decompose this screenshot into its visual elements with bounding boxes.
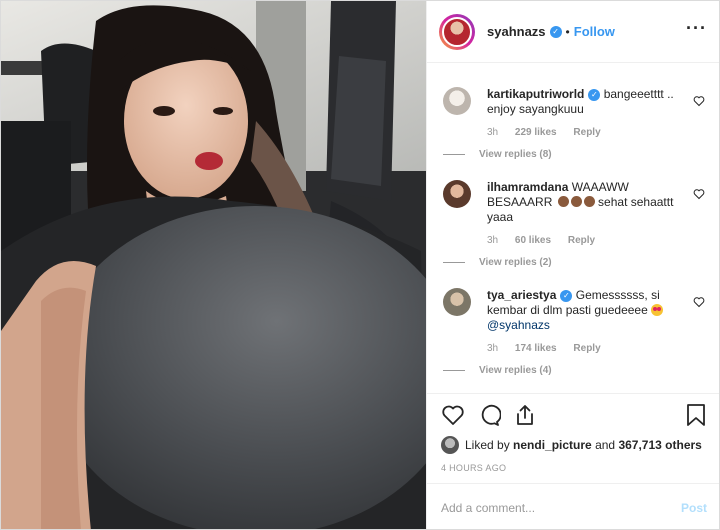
post-photo-image (1, 1, 426, 529)
verified-icon: ✓ (560, 290, 573, 302)
view-replies-button[interactable]: View replies (4) (443, 365, 681, 376)
comment-meta: 3h 174 likes Reply (487, 343, 681, 354)
reply-button[interactable]: Reply (568, 235, 595, 246)
post-header: syahnazs ✓ • Follow ··· (427, 1, 719, 63)
liked-by-and: and (595, 438, 616, 452)
bookmark-icon[interactable] (685, 403, 707, 427)
liked-by-user[interactable]: nendi_picture (513, 438, 592, 452)
author-username[interactable]: syahnazs (487, 24, 546, 39)
comment-avatar[interactable] (443, 87, 471, 115)
comment-mention[interactable]: @syahnazs (487, 318, 550, 332)
comment-username[interactable]: kartikaputriworld (487, 87, 584, 101)
comment-text: kartikaputriworld ✓ bangeeetttt .. enjoy … (487, 87, 681, 117)
liked-by-row: Liked by nendi_picture and 367,713 other… (441, 436, 707, 454)
heart-icon[interactable] (441, 403, 465, 427)
comment-like-icon[interactable] (693, 95, 705, 107)
comment-text: tya_ariestya ✓ Gemessssss, si kembar di d… (487, 288, 681, 333)
view-replies-label: View replies (8) (479, 149, 552, 160)
heart-eyes-icon (651, 304, 664, 316)
author-avatar[interactable] (439, 13, 475, 50)
comment-item: tya_ariestya ✓ Gemessssss, si kembar di d… (443, 288, 705, 376)
view-replies-divider (443, 262, 465, 263)
follow-button[interactable]: Follow (574, 24, 615, 39)
comments-list[interactable]: kartikaputriworld ✓ bangeeetttt .. enjoy … (427, 63, 719, 393)
comment-avatar[interactable] (443, 180, 471, 208)
separator-dot: • (565, 24, 570, 39)
comment-like-icon[interactable] (693, 296, 705, 308)
comment-username[interactable]: ilhamramdana (487, 180, 568, 194)
share-icon[interactable] (513, 403, 537, 427)
comment-input[interactable] (441, 500, 681, 515)
reply-button[interactable]: Reply (573, 343, 600, 354)
comment-time: 3h (487, 343, 499, 354)
comment-likes[interactable]: 174 likes (515, 343, 557, 354)
comment-composer: Post (427, 483, 719, 529)
clapping-hands-icon (570, 196, 582, 207)
liked-by-prefix: Liked by (465, 438, 510, 452)
view-replies-label: View replies (2) (479, 257, 552, 268)
comment-username[interactable]: tya_ariestya (487, 288, 556, 302)
likes-count[interactable]: 367,713 others (618, 438, 701, 452)
comment-item: ilhamramdana WAAAWW BESAAARR sehat sehaa… (443, 180, 705, 268)
comment-time: 3h (487, 127, 499, 138)
comment-item: kartikaputriworld ✓ bangeeetttt .. enjoy … (443, 87, 705, 160)
view-replies-divider (443, 370, 465, 371)
clapping-hands-icon (557, 196, 569, 207)
comment-likes[interactable]: 229 likes (515, 127, 557, 138)
post-actions: Liked by nendi_picture and 367,713 other… (427, 393, 719, 473)
clapping-hands-icon (583, 196, 595, 207)
comment-meta: 3h 60 likes Reply (487, 235, 681, 246)
post-timestamp[interactable]: 4 HOURS AGO (441, 463, 707, 473)
reply-button[interactable]: Reply (573, 127, 600, 138)
post-photo[interactable] (1, 1, 426, 529)
verified-icon: ✓ (588, 89, 601, 101)
comment-icon[interactable] (477, 403, 501, 427)
comment-time: 3h (487, 235, 499, 246)
comment-likes[interactable]: 60 likes (515, 235, 551, 246)
instagram-post-modal: syahnazs ✓ • Follow ··· kartikaputriworl… (0, 0, 720, 530)
verified-icon: ✓ (549, 25, 562, 38)
comment-text: ilhamramdana WAAAWW BESAAARR sehat sehaa… (487, 180, 681, 225)
view-replies-divider (443, 154, 465, 155)
comment-avatar[interactable] (443, 288, 471, 316)
post-sidebar: syahnazs ✓ • Follow ··· kartikaputriworl… (426, 1, 719, 529)
comment-like-icon[interactable] (693, 188, 705, 200)
view-replies-button[interactable]: View replies (8) (443, 149, 681, 160)
more-options-icon[interactable]: ··· (686, 19, 707, 37)
action-icons (441, 394, 707, 436)
view-replies-button[interactable]: View replies (2) (443, 257, 681, 268)
post-comment-button[interactable]: Post (681, 501, 707, 515)
view-replies-label: View replies (4) (479, 365, 552, 376)
comment-meta: 3h 229 likes Reply (487, 127, 681, 138)
liked-by-avatar[interactable] (441, 436, 459, 454)
